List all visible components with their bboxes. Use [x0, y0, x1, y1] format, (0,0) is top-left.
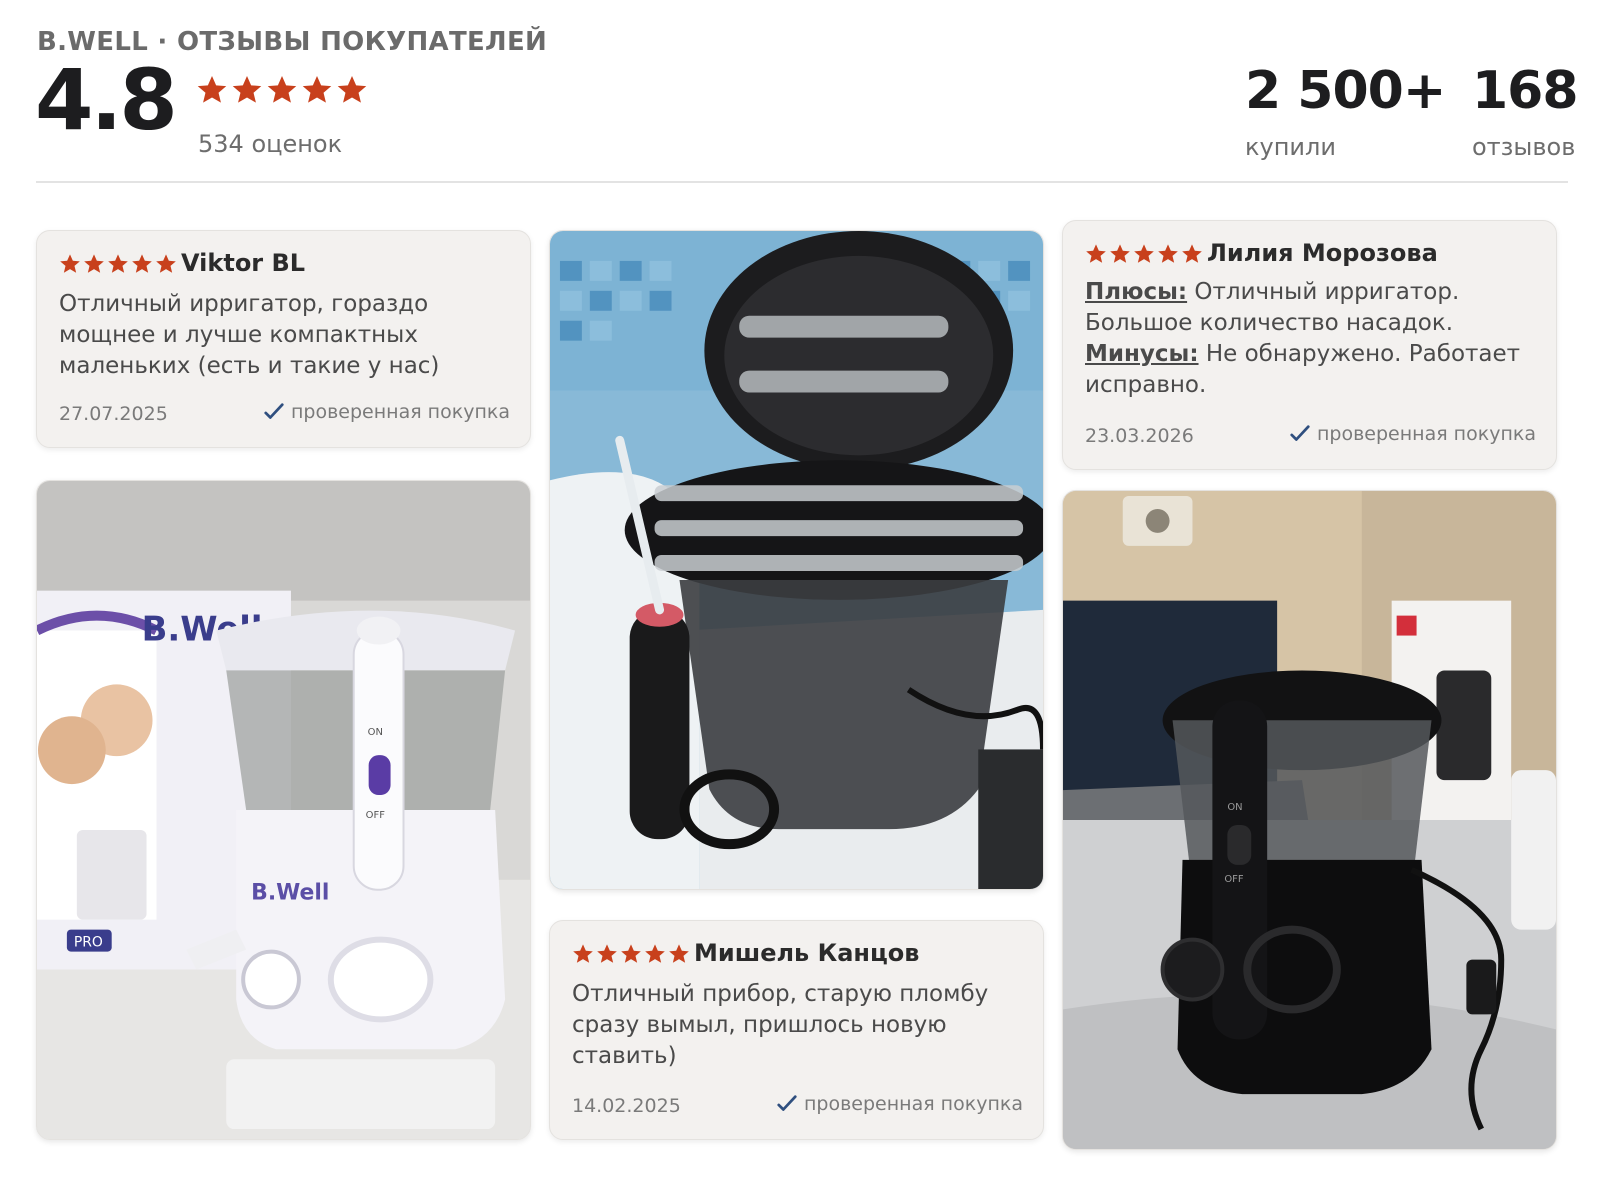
star-icon: [84, 254, 104, 273]
review-photo[interactable]: [549, 230, 1044, 890]
star-icon: [156, 254, 176, 273]
verified-purchase: проверенная покупка: [263, 401, 510, 423]
star-icon: [337, 76, 367, 103]
pros-label: Плюсы:: [1085, 279, 1188, 305]
review-date: 27.07.2025: [59, 403, 168, 425]
verified-purchase: проверенная покупка: [776, 1093, 1023, 1115]
review-card: Лилия Морозова Плюсы: Отличный ирригатор…: [1062, 220, 1557, 470]
star-icon: [1182, 244, 1202, 263]
review-stars: [1085, 243, 1203, 265]
review-text: Отличный прибор, старую пломбу сразу вым…: [572, 981, 989, 1069]
switch-off-text: OFF: [366, 810, 386, 821]
star-icon: [132, 254, 152, 273]
switch-on-text: ON: [368, 727, 383, 738]
reviews-label: отзывов: [1472, 133, 1576, 161]
review-author: Лилия Морозова: [1207, 239, 1438, 267]
header-divider: [36, 181, 1568, 183]
review-date: 14.02.2025: [572, 1095, 681, 1117]
verified-label: проверенная покупка: [803, 1093, 1023, 1115]
checkmark-icon: [1290, 425, 1310, 441]
star-icon: [232, 76, 262, 103]
switch-off-text: OFF: [1224, 874, 1244, 885]
average-rating-stars: [196, 74, 368, 106]
ratings-count: 534 оценок: [198, 130, 343, 158]
review-photo[interactable]: B.Well PRO B.Well ON OFF: [36, 480, 531, 1140]
switch-on-text: ON: [1227, 802, 1242, 813]
star-icon: [1110, 244, 1130, 263]
review-author: Viktor BL: [181, 249, 306, 277]
star-icon: [573, 944, 593, 963]
star-icon: [645, 944, 665, 963]
cons-label: Минусы:: [1085, 341, 1199, 367]
white-irrigator-image: B.Well PRO B.Well ON OFF: [37, 481, 530, 1139]
review-stars: [59, 253, 177, 275]
bought-value: 2 500+: [1245, 61, 1446, 121]
verified-label: проверенная покупка: [290, 401, 510, 423]
review-text: Отличный ирригатор, гораздо мощнее и луч…: [59, 291, 440, 379]
verified-label: проверенная покупка: [1316, 423, 1536, 445]
review-card: Viktor BL Отличный ирригатор, гораздо мо…: [36, 230, 531, 448]
review-card: Мишель Канцов Отличный прибор, старую пл…: [549, 920, 1044, 1140]
star-icon: [1158, 244, 1178, 263]
star-icon: [60, 254, 80, 273]
review-date: 23.03.2026: [1085, 425, 1194, 447]
black-irrigator-table-image: ON OFF: [1063, 491, 1556, 1149]
review-text: Плюсы: Отличный ирригатор. Большое колич…: [1085, 277, 1530, 401]
review-stars: [572, 943, 690, 965]
star-icon: [197, 76, 227, 103]
review-author: Мишель Канцов: [694, 939, 920, 967]
star-icon: [302, 76, 332, 103]
reviews-stat: 168 отзывов: [1472, 61, 1579, 161]
device-brand-text: B.Well: [251, 881, 329, 906]
star-icon: [621, 944, 641, 963]
reviews-value: 168: [1472, 61, 1579, 121]
bought-stat: 2 500+ купили: [1245, 61, 1446, 161]
checkmark-icon: [264, 403, 284, 419]
review-photo[interactable]: ON OFF: [1062, 490, 1557, 1150]
black-irrigator-open-image: [550, 231, 1043, 889]
box-badge-text: PRO: [74, 935, 103, 951]
star-icon: [108, 254, 128, 273]
star-icon: [597, 944, 617, 963]
star-icon: [267, 76, 297, 103]
bought-label: купили: [1245, 133, 1336, 161]
verified-purchase: проверенная покупка: [1289, 423, 1536, 445]
star-icon: [1086, 244, 1106, 263]
star-icon: [1134, 244, 1154, 263]
average-rating: 4.8: [35, 51, 178, 149]
star-icon: [669, 944, 689, 963]
checkmark-icon: [777, 1095, 797, 1111]
